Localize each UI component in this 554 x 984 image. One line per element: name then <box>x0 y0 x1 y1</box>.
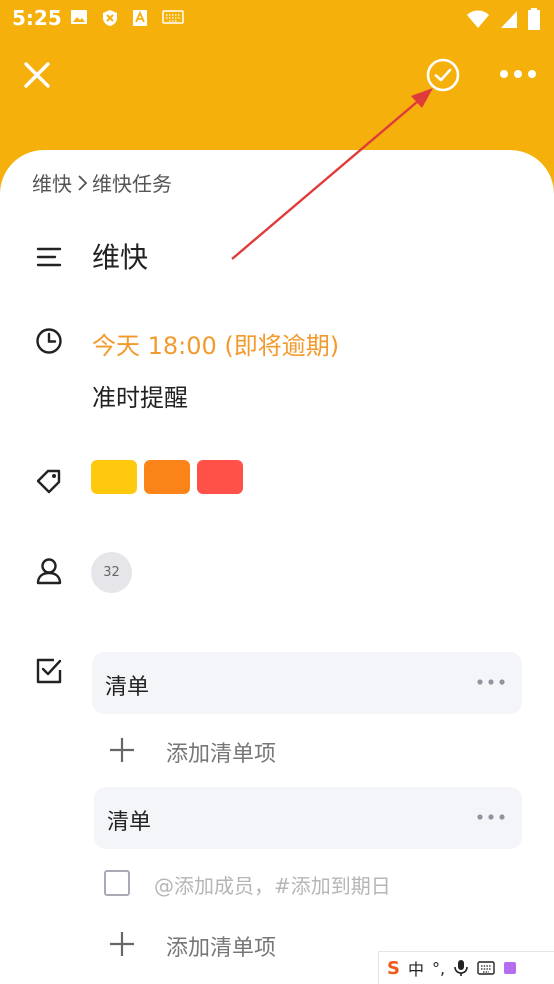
task-title[interactable]: 维快 <box>92 236 148 276</box>
more-icon[interactable] <box>476 674 506 690</box>
image-icon <box>71 10 87 24</box>
avatar[interactable]: 32 <box>91 552 132 593</box>
emoji-icon[interactable] <box>503 960 517 976</box>
checklist-item-checkbox[interactable] <box>104 870 130 896</box>
more-icon[interactable] <box>496 62 540 86</box>
check-circle-icon[interactable] <box>424 56 462 94</box>
plus-icon <box>110 932 134 956</box>
shield-icon <box>103 10 117 26</box>
add-checklist-item-label: 添加清单项 <box>166 936 277 961</box>
person-icon <box>36 558 62 585</box>
status-bar: 5:25 <box>0 0 554 36</box>
task-detail-sheet: 维快 维快任务 维快 今天 18:00 (即将逾期) 准时提醒 32 清单 添加… <box>0 150 554 984</box>
add-checklist-item-button[interactable]: 添加清单项 <box>108 730 408 770</box>
checklist-title[interactable]: 清单 <box>107 804 151 836</box>
font-icon <box>133 10 147 26</box>
ime-language-toggle[interactable]: 中 <box>408 956 424 980</box>
tag-yellow[interactable] <box>91 460 137 494</box>
checklist-icon <box>36 658 62 684</box>
reminder[interactable]: 准时提醒 <box>92 378 188 413</box>
breadcrumb-parent[interactable]: 维快 <box>32 168 72 197</box>
tag-red[interactable] <box>197 460 243 494</box>
ime-logo[interactable]: S <box>387 958 400 979</box>
checklist-item-input[interactable]: @添加成员，#添加到期日 <box>154 870 391 899</box>
wifi-icon <box>467 10 489 28</box>
keyboard-icon <box>162 10 184 24</box>
close-icon[interactable] <box>20 58 54 92</box>
add-checklist-item-button[interactable]: 添加清单项 <box>108 924 408 964</box>
due-date[interactable]: 今天 18:00 (即将逾期) <box>92 326 339 361</box>
status-time: 5:25 <box>12 6 62 30</box>
microphone-icon[interactable] <box>453 959 469 977</box>
keyboard-icon[interactable] <box>477 960 495 976</box>
top-toolbar <box>0 36 554 116</box>
tag-orange[interactable] <box>144 460 190 494</box>
checklist-title[interactable]: 清单 <box>105 669 149 701</box>
ime-toolbar: S 中 °, <box>378 951 554 984</box>
checklist-card[interactable]: 清单 <box>92 652 522 714</box>
chevron-right-icon <box>78 174 88 191</box>
battery-icon <box>528 8 540 30</box>
breadcrumb[interactable]: 维快 维快任务 <box>32 168 172 197</box>
description-icon <box>36 247 62 267</box>
plus-icon <box>110 738 134 762</box>
clock-icon <box>36 328 62 354</box>
ime-punctuation-toggle[interactable]: °, <box>432 959 445 978</box>
signal-icon <box>501 11 517 28</box>
more-icon[interactable] <box>476 809 506 825</box>
tag-icon <box>36 469 61 494</box>
checklist-card[interactable]: 清单 <box>94 787 522 849</box>
breadcrumb-current[interactable]: 维快任务 <box>92 168 172 197</box>
add-checklist-item-label: 添加清单项 <box>166 742 277 767</box>
